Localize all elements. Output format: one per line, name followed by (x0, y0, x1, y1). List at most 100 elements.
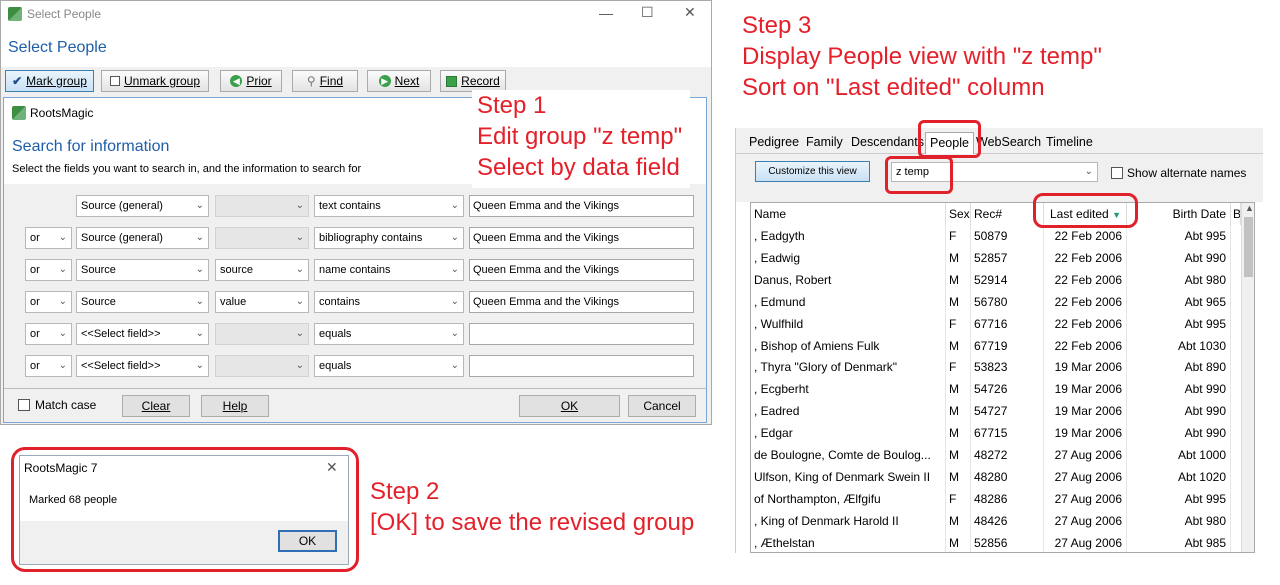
value-input[interactable]: Queen Emma and the Vikings (469, 227, 694, 249)
chevron-down-icon: ⌄ (450, 328, 459, 339)
table-cell: 27 Aug 2006 (1044, 487, 1127, 510)
match-case-checkbox[interactable]: Match case (18, 398, 96, 412)
table-row[interactable]: , Eadgyth F 50879 22 Feb 2006 Abt 995 (751, 225, 1241, 247)
table-cell: M (946, 444, 971, 466)
minimize-icon[interactable]: — (599, 5, 613, 21)
field-select[interactable]: <<Select field>> ⌄ (76, 323, 209, 345)
record-button[interactable]: Record (440, 70, 506, 92)
table-row[interactable]: , Wulfhild F 67716 22 Feb 2006 Abt 995 (751, 312, 1241, 335)
show-alternate-names-checkbox[interactable]: Show alternate names (1111, 166, 1246, 180)
conjunction-select[interactable]: or ⌄ (25, 291, 72, 313)
chevron-down-icon: ⌄ (58, 296, 67, 307)
operator-select[interactable]: bibliography contains ⌄ (314, 227, 464, 249)
tab-descendants[interactable]: Descendants (851, 132, 924, 154)
table-cell: M (946, 400, 971, 423)
operator-select[interactable]: equals ⌄ (314, 355, 464, 377)
table-row[interactable]: of Northampton, Ælfgifu F 48286 27 Aug 2006… (751, 487, 1241, 510)
field-select[interactable]: Source ⌄ (76, 291, 209, 313)
value-input[interactable] (469, 323, 694, 345)
mark-group-button[interactable]: ✔ Mark group (5, 70, 94, 92)
table-row[interactable]: , Edmund M 56780 22 Feb 2006 Abt 965 (751, 290, 1241, 313)
unmark-group-button[interactable]: Unmark group (101, 70, 209, 92)
table-row[interactable]: de Boulogne, Comte de Boulog... M 48272 27 … (751, 444, 1241, 466)
conjunction-select[interactable]: or ⌄ (25, 355, 72, 377)
tab-pedigree[interactable]: Pedigree (749, 132, 799, 154)
conjunction-select[interactable]: or ⌄ (25, 227, 72, 249)
table-cell: 67719 (971, 334, 1044, 357)
field-select[interactable]: <<Select field>> ⌄ (76, 355, 209, 377)
table-row[interactable]: , Eadred M 54727 19 Mar 2006 Abt 990 (751, 400, 1241, 423)
subfield-select[interactable]: ⌄ (215, 323, 309, 345)
field-select[interactable]: Source (general) ⌄ (76, 227, 209, 249)
operator-select[interactable]: contains ⌄ (314, 291, 464, 313)
table-row[interactable]: , Æthelstan M 52856 27 Aug 2006 Abt 985 (751, 531, 1241, 552)
find-button[interactable]: ⚲ Find (292, 70, 358, 92)
subfield-select[interactable]: source ⌄ (215, 259, 309, 281)
value-input[interactable]: Queen Emma and the Vikings (469, 195, 694, 217)
table-row[interactable]: , Ecgberht M 54726 19 Mar 2006 Abt 990 (751, 378, 1241, 401)
chevron-down-icon: ⌄ (1084, 166, 1093, 177)
subfield-select[interactable]: value ⌄ (215, 291, 309, 313)
tab-websearch[interactable]: WebSearch (976, 132, 1041, 154)
vertical-scrollbar[interactable]: ▲ (1241, 203, 1254, 552)
column-header-b[interactable]: B (1231, 203, 1241, 225)
chevron-down-icon: ⌄ (195, 264, 204, 275)
table-row[interactable]: , Thyra "Glory of Denmark" F 53823 19 Mar 2… (751, 356, 1241, 379)
ok-button[interactable]: OK (519, 395, 620, 417)
table-row[interactable]: Danus, Robert M 52914 22 Feb 2006 Abt 980 (751, 268, 1241, 291)
table-cell: Abt 995 (1127, 312, 1231, 335)
field-select[interactable]: Source (general) ⌄ (76, 195, 209, 217)
column-header-name[interactable]: Name (751, 203, 946, 225)
column-header-sex[interactable]: Sex (946, 203, 971, 225)
close-icon[interactable]: ✕ (326, 459, 338, 476)
table-row[interactable]: , Eadwig M 52857 22 Feb 2006 Abt 990 (751, 246, 1241, 269)
table-cell: 19 Mar 2006 (1044, 378, 1127, 401)
cancel-button[interactable]: Cancel (628, 395, 696, 417)
operator-select[interactable]: name contains ⌄ (314, 259, 464, 281)
scroll-thumb[interactable] (1244, 217, 1253, 277)
table-cell: , Eadwig (751, 246, 946, 269)
conjunction-select[interactable]: or ⌄ (25, 323, 72, 345)
conjunction-select[interactable]: or ⌄ (25, 259, 72, 281)
table-cell: Abt 985 (1127, 531, 1231, 552)
subfield-select[interactable]: ⌄ (215, 355, 309, 377)
table-cell: , Wulfhild (751, 312, 946, 335)
chevron-down-icon: ⌄ (450, 232, 459, 243)
value-input[interactable]: Queen Emma and the Vikings (469, 259, 694, 281)
table-cell: M (946, 268, 971, 291)
table-row[interactable]: , Bishop of Amiens Fulk M 67719 22 Feb 2006… (751, 334, 1241, 357)
prior-button[interactable]: ◀ Prior (220, 70, 282, 92)
operator-select[interactable]: equals ⌄ (314, 323, 464, 345)
next-button[interactable]: ▶ Next (367, 70, 431, 92)
tab-timeline[interactable]: Timeline (1046, 132, 1093, 154)
table-cell: F (946, 356, 971, 379)
close-icon[interactable]: ✕ (684, 4, 696, 21)
table-row[interactable]: , King of Denmark Harold II M 48426 27 Aug … (751, 509, 1241, 532)
scroll-up-icon[interactable]: ▲ (1245, 203, 1254, 213)
customize-view-button[interactable]: Customize this view (755, 161, 870, 182)
people-grid: Name Sex Rec# Last edited ▼ Birth Date B… (750, 202, 1255, 553)
table-cell: 22 Feb 2006 (1044, 290, 1127, 313)
chevron-down-icon: ⌄ (195, 200, 204, 211)
dialog-title: RootsMagic (30, 106, 94, 120)
table-row[interactable]: , Edgar M 67715 19 Mar 2006 Abt 990 (751, 422, 1241, 445)
subfield-select[interactable]: ⌄ (215, 195, 309, 217)
tab-family[interactable]: Family (806, 132, 843, 154)
chevron-down-icon: ⌄ (58, 264, 67, 275)
field-select[interactable]: Source ⌄ (76, 259, 209, 281)
value-input[interactable]: Queen Emma and the Vikings (469, 291, 694, 313)
message-ok-button[interactable]: OK (278, 530, 337, 552)
table-cell: 48272 (971, 444, 1044, 466)
operator-select[interactable]: text contains ⌄ (314, 195, 464, 217)
subfield-select[interactable]: ⌄ (215, 227, 309, 249)
value-input[interactable] (469, 355, 694, 377)
table-row[interactable]: Ulfson, King of Denmark Swein II M 48280 27… (751, 465, 1241, 488)
column-header-birth-date[interactable]: Birth Date (1127, 203, 1231, 225)
table-cell: 67716 (971, 312, 1044, 335)
clear-button[interactable]: Clear (122, 395, 190, 417)
maximize-icon[interactable]: ☐ (641, 4, 654, 21)
table-cell: , Edmund (751, 290, 946, 313)
table-cell: Abt 965 (1127, 290, 1231, 313)
help-button[interactable]: Help (201, 395, 269, 417)
page-title: Select People (8, 39, 107, 56)
